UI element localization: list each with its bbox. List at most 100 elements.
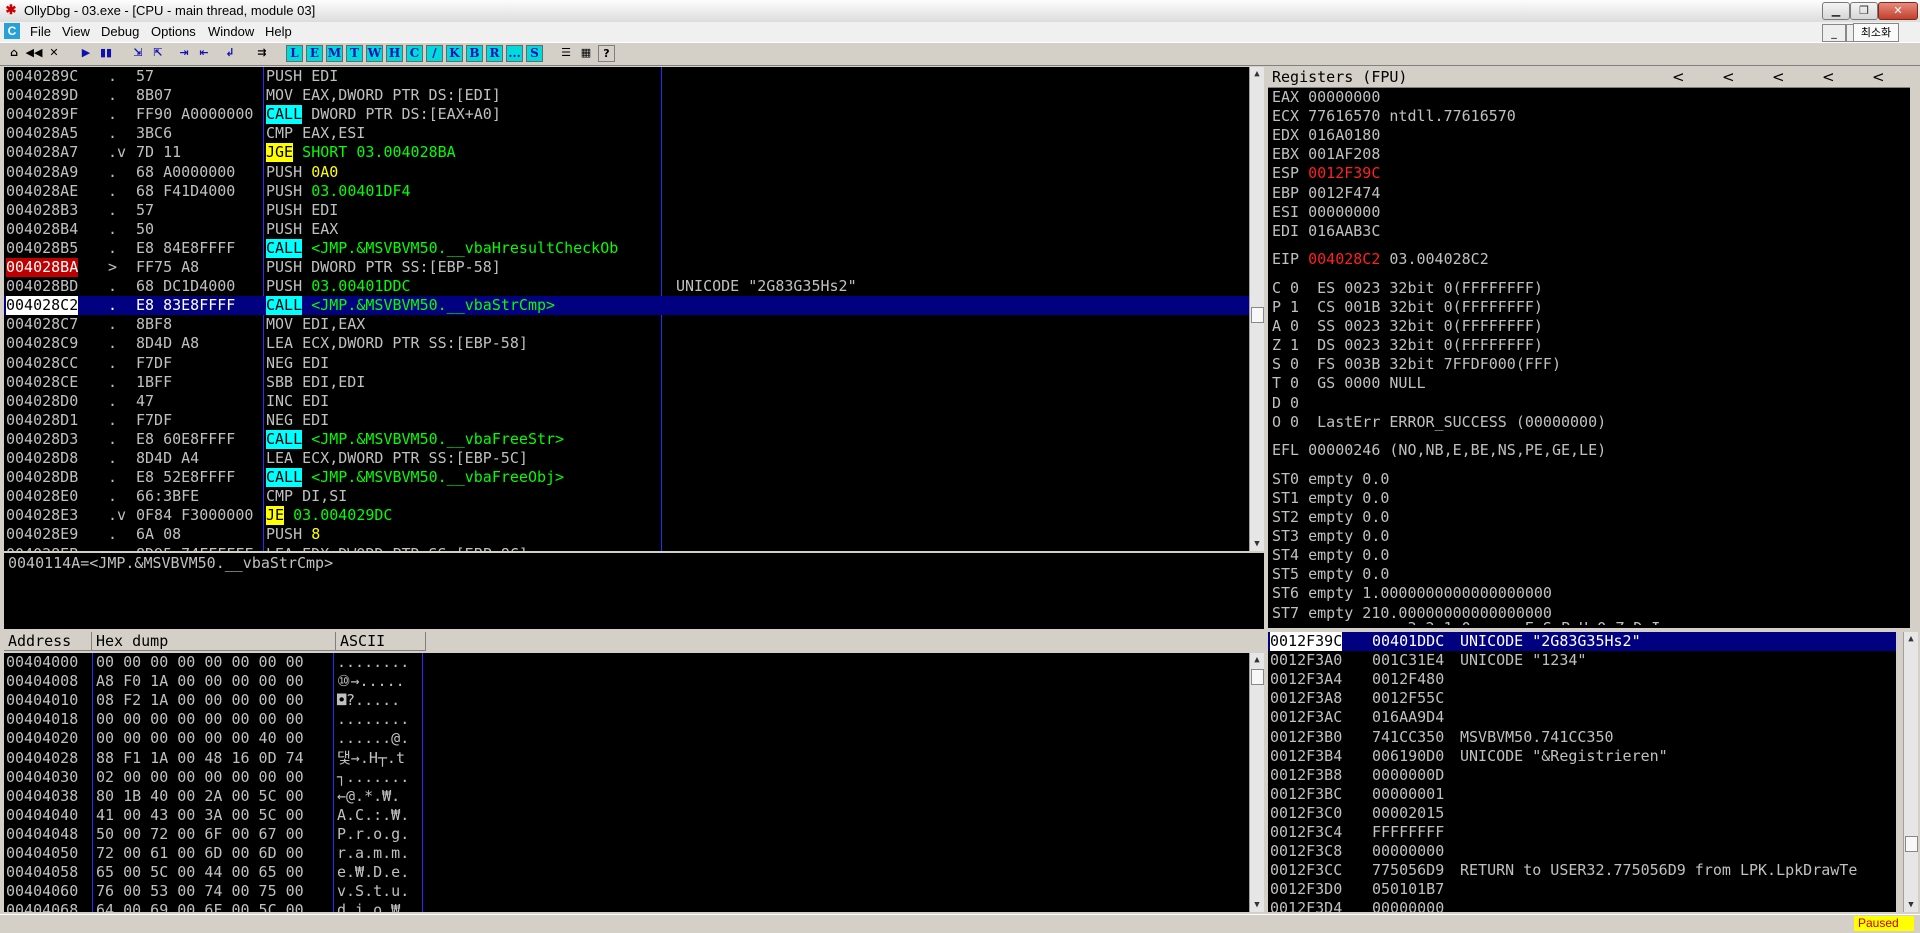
- flag-row[interactable]: Z 1 DS 0023 32bit 0(FFFFFFFF): [1272, 336, 1543, 355]
- register-value[interactable]: 0012F39C: [1308, 164, 1380, 182]
- disasm-row[interactable]: 004028BD. 68 DC1D4000 PUSH 03.00401DDC UNIC…: [4, 277, 1249, 296]
- stack-address[interactable]: 0012F3D0: [1270, 880, 1342, 899]
- dump-row[interactable]: 00404068 64 00 69 00 6F 00 5C 00 d.i.o.₩.: [4, 901, 1249, 912]
- disasm-row[interactable]: 004028C9. 8D4D A8 LEA ECX,DWORD PTR SS:[EB…: [4, 334, 1249, 353]
- trace-into-icon[interactable]: ⇥: [176, 45, 192, 61]
- register-view-arrow[interactable]: <: [1772, 68, 1785, 86]
- stack-value[interactable]: 775056D9: [1372, 861, 1444, 880]
- disasm-row[interactable]: 0040289C. 57 PUSH EDI: [4, 67, 1249, 86]
- dump-address[interactable]: 00404048: [6, 825, 78, 844]
- register-value[interactable]: 016A0180: [1308, 126, 1380, 144]
- close-program-icon[interactable]: ✕: [46, 45, 62, 61]
- step-into-icon[interactable]: ⇲: [130, 45, 146, 61]
- restore-button[interactable]: ❐: [1850, 2, 1878, 20]
- disasm-address[interactable]: 004028A9: [6, 163, 78, 182]
- close-button[interactable]: ✕: [1878, 2, 1918, 20]
- register-row[interactable]: ESI 00000000: [1272, 203, 1380, 222]
- disasm-address[interactable]: 004028AE: [6, 182, 78, 201]
- dump-row[interactable]: 00404028 88 F1 1A 00 48 16 0D 74 댗→.H┬.t: [4, 749, 1249, 768]
- disasm-address[interactable]: 004028D0: [6, 392, 78, 411]
- disasm-row[interactable]: 004028D3. E8 60E8FFFF CALL <JMP.&MSVBVM50.…: [4, 429, 1249, 449]
- dump-header-hex[interactable]: Hex dump: [92, 632, 336, 651]
- stack-row[interactable]: 0012F3C8 00000000: [1268, 842, 1896, 861]
- stack-row[interactable]: 0012F3B4 006190D0 UNICODE "&Registrieren": [1268, 747, 1896, 766]
- scroll-down-icon[interactable]: ▼: [1904, 898, 1918, 912]
- disasm-row[interactable]: 004028EB. 8D95 74FFFFFF LEA EDX,DWORD PTR …: [4, 545, 1249, 552]
- register-value[interactable]: 00000000: [1308, 203, 1380, 221]
- pause-icon[interactable]: ▮▮: [98, 45, 114, 61]
- disasm-row[interactable]: 004028A7 .v 7D 11 JGE SHORT 03.004028BA: [4, 143, 1249, 163]
- executable-modules-button[interactable]: E: [306, 45, 323, 62]
- disasm-address[interactable]: 004028B4: [6, 220, 78, 239]
- fpu-row[interactable]: ST3 empty 0.0: [1272, 527, 1389, 546]
- dump-ascii[interactable]: ........: [337, 653, 409, 672]
- disasm-address[interactable]: 004028A5: [6, 124, 78, 143]
- dump-address[interactable]: 00404058: [6, 863, 78, 882]
- memory-map-button[interactable]: M: [326, 45, 343, 62]
- dump-ascii[interactable]: ........: [337, 710, 409, 729]
- go-to-icon[interactable]: ⇉: [254, 45, 270, 61]
- dump-address[interactable]: 00404000: [6, 653, 78, 672]
- dump-hex[interactable]: 00 00 00 00 00 00 40 00: [96, 729, 304, 748]
- dump-hex[interactable]: 88 F1 1A 00 48 16 0D 74: [96, 749, 304, 768]
- stack-row[interactable]: 0012F39C 00401DDC UNICODE "2G83G35Hs2": [1268, 632, 1896, 651]
- disasm-address[interactable]: 004028B5: [6, 239, 78, 258]
- disasm-address[interactable]: 004028D3: [6, 430, 78, 449]
- windows-button[interactable]: W: [366, 45, 383, 62]
- disasm-row[interactable]: 004028DB. E8 52E8FFFF CALL <JMP.&MSVBVM50.…: [4, 468, 1249, 488]
- dump-row[interactable]: 00404038 80 1B 40 00 2A 00 5C 00 ←@.*.₩.: [4, 787, 1249, 806]
- disasm-address[interactable]: 004028BA: [6, 258, 79, 277]
- scroll-up-icon[interactable]: ▲: [1250, 67, 1264, 81]
- execute-till-return-icon[interactable]: ↲: [222, 45, 238, 61]
- stack-address[interactable]: 0012F3B0: [1270, 728, 1342, 747]
- dump-pane[interactable]: 00404000 00 00 00 00 00 00 00 00........ 0…: [4, 653, 1249, 912]
- dump-ascii[interactable]: v.S.t.u.: [337, 882, 409, 901]
- stack-value[interactable]: 00000000: [1372, 899, 1444, 912]
- register-row[interactable]: EDX 016A0180: [1272, 126, 1380, 145]
- dump-row[interactable]: 00404010 08 F2 1A 00 00 00 00 00 ◘?.....: [4, 691, 1249, 710]
- disasm-address[interactable]: 004028C9: [6, 334, 78, 353]
- scrollbar-thumb[interactable]: [1905, 836, 1918, 852]
- register-row[interactable]: ESP 0012F39C: [1272, 164, 1380, 183]
- dump-row[interactable]: 00404060 76 00 53 00 74 00 75 00 v.S.t.u.: [4, 882, 1249, 901]
- scroll-up-icon[interactable]: ▲: [1250, 653, 1264, 667]
- disasm-row[interactable]: 004028CC. F7DF NEG EDI: [4, 354, 1249, 373]
- menu-options[interactable]: Options: [151, 24, 196, 39]
- dump-ascii[interactable]: ⑩→.....: [337, 672, 405, 691]
- stack-row[interactable]: 0012F3BC 00000001: [1268, 785, 1896, 804]
- register-row[interactable]: EBP 0012F474: [1272, 184, 1380, 203]
- dump-hex[interactable]: 76 00 53 00 74 00 75 00: [96, 882, 304, 901]
- dump-ascii[interactable]: 댗→.H┬.t: [337, 749, 405, 768]
- stack-address[interactable]: 0012F3A8: [1270, 689, 1342, 708]
- stack-row[interactable]: 0012F3CC 775056D9 RETURN to USER32.775056D…: [1268, 861, 1896, 880]
- stack-value[interactable]: 0012F480: [1372, 670, 1444, 689]
- flag-row[interactable]: C 0 ES 0023 32bit 0(FFFFFFFF): [1272, 279, 1543, 298]
- minimize-button[interactable]: ▁: [1822, 2, 1850, 20]
- dump-address[interactable]: 00404068: [6, 901, 78, 912]
- stack-row[interactable]: 0012F3D4 00000000: [1268, 899, 1896, 912]
- disasm-address[interactable]: 004028EB: [6, 545, 78, 552]
- open-icon[interactable]: ⌂: [6, 45, 22, 61]
- dump-ascii[interactable]: d.i.o.₩.: [337, 901, 409, 912]
- stack-row[interactable]: 0012F3C4 FFFFFFFF: [1268, 823, 1896, 842]
- flag-row[interactable]: O 0 LastErr ERROR_SUCCESS (00000000): [1272, 413, 1606, 432]
- register-value[interactable]: 016AAB3C: [1308, 222, 1380, 240]
- dump-header-address[interactable]: Address: [4, 632, 92, 651]
- disasm-row[interactable]: 004028D0. 47 INC EDI: [4, 392, 1249, 411]
- mdi-minimize-button[interactable]: _: [1822, 24, 1846, 42]
- dump-hex[interactable]: 50 00 72 00 6F 00 67 00: [96, 825, 304, 844]
- efl-row[interactable]: EFL 00000246 (NO,NB,E,BE,NS,PE,GE,LE): [1272, 441, 1606, 460]
- step-over-icon[interactable]: ⇱: [150, 45, 166, 61]
- fpu-row[interactable]: ST5 empty 0.0: [1272, 565, 1389, 584]
- dump-address[interactable]: 00404030: [6, 768, 78, 787]
- disasm-row[interactable]: 004028B4. 50 PUSH EAX: [4, 220, 1249, 239]
- dump-row[interactable]: 00404018 00 00 00 00 00 00 00 00........: [4, 710, 1249, 729]
- dump-header-ascii[interactable]: ASCII: [336, 632, 426, 651]
- stack-row[interactable]: 0012F3A0 001C31E4 UNICODE "1234": [1268, 651, 1896, 670]
- disasm-row[interactable]: 0040289F. FF90 A0000000 CALL DWORD PTR DS:…: [4, 105, 1249, 125]
- flag-row[interactable]: A 0 SS 0023 32bit 0(FFFFFFFF): [1272, 317, 1543, 336]
- stack-address[interactable]: 0012F3CC: [1270, 861, 1342, 880]
- dump-address[interactable]: 00404028: [6, 749, 78, 768]
- dump-ascii[interactable]: ←@.*.₩.: [337, 787, 400, 806]
- stack-value[interactable]: 00000000: [1372, 842, 1444, 861]
